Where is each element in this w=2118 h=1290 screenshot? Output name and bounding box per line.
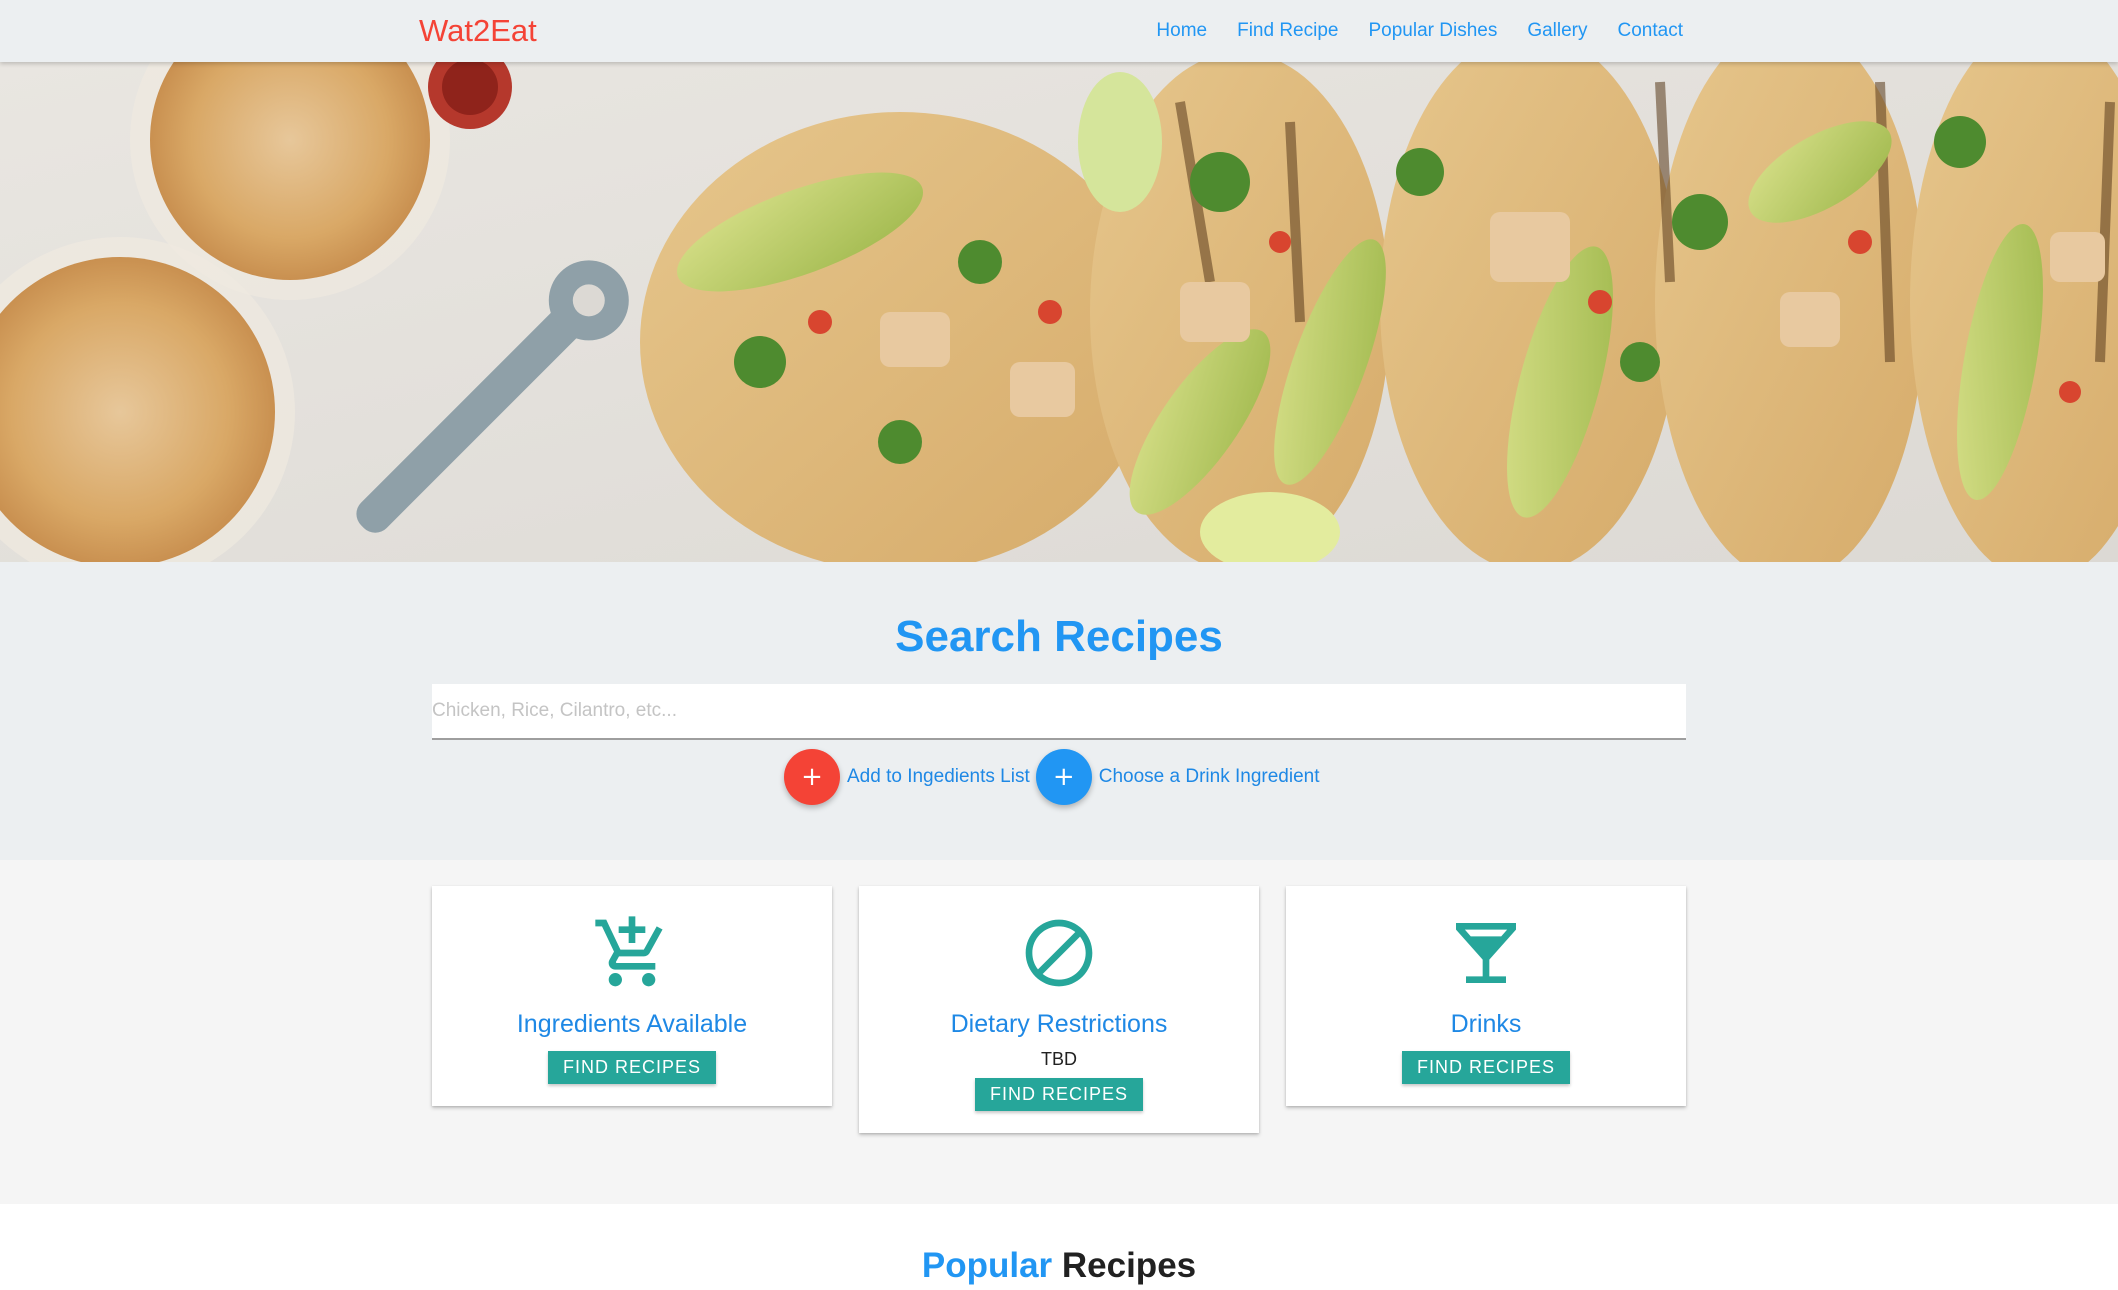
nav-link-contact[interactable]: Contact xyxy=(1618,20,1683,42)
add-ingredient-button[interactable]: + xyxy=(784,749,840,805)
add-drink-link[interactable]: Choose a Drink Ingredient xyxy=(1099,766,1320,788)
ingredients-card: Ingredients Available FIND RECIPES xyxy=(432,886,832,1106)
cart-plus-icon xyxy=(432,914,832,992)
popular-accent: Popular xyxy=(921,1246,1053,1285)
nav-links: Home Find Recipe Popular Dishes Gallery … xyxy=(1156,0,1683,62)
popular-recipes-title: Popular Recipes xyxy=(0,1246,2118,1286)
plus-icon: + xyxy=(801,762,823,792)
hero-image xyxy=(0,62,2118,562)
dietary-card: Dietary Restrictions TBD FIND RECIPES xyxy=(859,886,1259,1133)
add-drink-button[interactable]: + xyxy=(1035,749,1092,805)
popular-rest: Recipes xyxy=(1052,1246,1197,1285)
brand-logo[interactable]: Wat2Eat xyxy=(419,13,537,49)
search-actions: + Add to Ingedients List + Choose a Drin… xyxy=(784,748,1326,806)
card-note: TBD xyxy=(1041,1049,1077,1069)
nav-link-popular-dishes[interactable]: Popular Dishes xyxy=(1368,20,1497,42)
ingredient-search-input[interactable] xyxy=(432,684,1686,740)
search-section: Search Recipes + Add to Ingedients List … xyxy=(0,562,2118,860)
card-title: Drinks xyxy=(1450,1010,1522,1038)
card-title: Ingredients Available xyxy=(516,1010,748,1038)
find-recipes-ingredients-button[interactable]: FIND RECIPES xyxy=(547,1051,717,1084)
navbar: Wat2Eat Home Find Recipe Popular Dishes … xyxy=(0,0,2118,62)
find-recipes-drinks-button[interactable]: FIND RECIPES xyxy=(1401,1051,1571,1084)
cocktail-icon xyxy=(1286,914,1686,992)
nav-link-find-recipe[interactable]: Find Recipe xyxy=(1237,20,1338,42)
nav-link-home[interactable]: Home xyxy=(1156,20,1207,42)
block-icon xyxy=(859,914,1259,992)
find-recipes-dietary-button[interactable]: FIND RECIPES xyxy=(974,1078,1144,1111)
nav-link-gallery[interactable]: Gallery xyxy=(1527,20,1587,42)
cards-section: Ingredients Available FIND RECIPES Dieta… xyxy=(0,860,2118,1204)
card-title: Dietary Restrictions xyxy=(950,1010,1168,1038)
plus-icon: + xyxy=(1052,762,1075,792)
search-title: Search Recipes xyxy=(895,612,1223,661)
add-ingredient-link[interactable]: Add to Ingedients List xyxy=(847,766,1030,788)
drinks-card: Drinks FIND RECIPES xyxy=(1286,886,1686,1106)
